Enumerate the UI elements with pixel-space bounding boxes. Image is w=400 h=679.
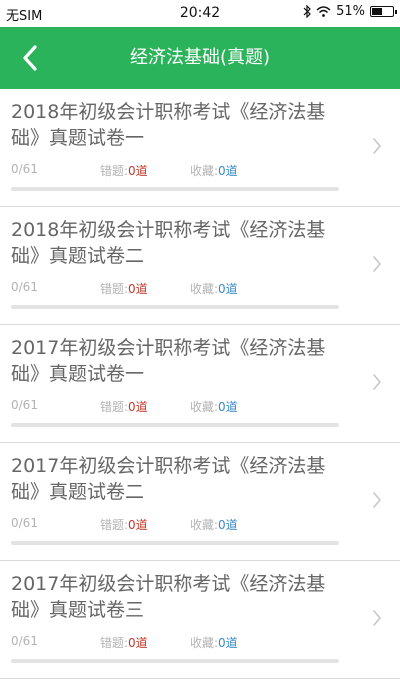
exam-title: 2017年初级会计职称考试《经济法基础》真题试卷一 xyxy=(11,337,326,385)
favorites-count: 0道 xyxy=(218,282,238,296)
status-bar: 无SIM 20:42 51% xyxy=(0,0,400,27)
battery-percent: 51% xyxy=(336,4,365,19)
exam-list-item[interactable]: 2018年初级会计职称考试《经济法基础》真题试卷一 0/61 错题:0道 收藏:… xyxy=(0,89,400,207)
exam-title: 2017年初级会计职称考试《经济法基础》真题试卷三 xyxy=(11,573,326,621)
wrong-count-label: 错题:0道 xyxy=(100,634,148,651)
exam-list-item[interactable]: 2018年初级会计职称考试《经济法基础》真题试卷二 0/61 错题:0道 收藏:… xyxy=(0,207,400,325)
progress-count: 0/61 xyxy=(11,634,38,648)
wrong-label-text: 错题: xyxy=(100,282,129,296)
exam-list: 2018年初级会计职称考试《经济法基础》真题试卷一 0/61 错题:0道 收藏:… xyxy=(0,89,400,679)
progress-count: 0/61 xyxy=(11,280,38,294)
wrong-count: 0道 xyxy=(128,400,148,414)
wrong-label-text: 错题: xyxy=(100,518,129,532)
battery-icon xyxy=(370,6,397,17)
battery-fill xyxy=(372,8,382,15)
progress-count: 0/61 xyxy=(11,398,38,412)
wrong-label-text: 错题: xyxy=(100,164,129,178)
favorites-label-text: 收藏: xyxy=(190,400,219,414)
wrong-count-label: 错题:0道 xyxy=(100,516,148,533)
favorites-count-label: 收藏:0道 xyxy=(190,634,238,651)
status-icons: 51% xyxy=(303,4,397,19)
wrong-count: 0道 xyxy=(128,282,148,296)
chevron-right-icon xyxy=(373,492,381,508)
exam-title: 2018年初级会计职称考试《经济法基础》真题试卷一 xyxy=(11,101,326,149)
app-header: 经济法基础(真题) xyxy=(0,27,400,89)
chevron-right-icon xyxy=(373,256,381,272)
progress-count: 0/61 xyxy=(11,162,38,176)
favorites-count: 0道 xyxy=(218,518,238,532)
chevron-left-icon xyxy=(23,45,37,71)
exam-title: 2018年初级会计职称考试《经济法基础》真题试卷二 xyxy=(11,219,326,267)
chevron-right-icon xyxy=(373,610,381,626)
favorites-count-label: 收藏:0道 xyxy=(190,162,238,179)
chevron-right-icon xyxy=(373,374,381,390)
progress-bar xyxy=(11,541,339,545)
page-title: 经济法基础(真题) xyxy=(129,47,271,68)
progress-bar xyxy=(11,659,339,663)
back-button[interactable] xyxy=(12,39,48,77)
wrong-count: 0道 xyxy=(128,636,148,650)
bluetooth-icon xyxy=(303,5,311,18)
chevron-right-icon xyxy=(373,138,381,154)
wrong-count-label: 错题:0道 xyxy=(100,398,148,415)
wrong-count-label: 错题:0道 xyxy=(100,280,148,297)
favorites-count: 0道 xyxy=(218,164,238,178)
wrong-label-text: 错题: xyxy=(100,400,129,414)
wifi-icon xyxy=(316,6,331,17)
favorites-label-text: 收藏: xyxy=(190,164,219,178)
progress-bar xyxy=(11,423,339,427)
favorites-count-label: 收藏:0道 xyxy=(190,280,238,297)
progress-bar xyxy=(11,305,339,309)
exam-list-item[interactable]: 2017年初级会计职称考试《经济法基础》真题试卷三 0/61 错题:0道 收藏:… xyxy=(0,561,400,679)
progress-bar xyxy=(11,187,339,191)
favorites-count: 0道 xyxy=(218,636,238,650)
favorites-count: 0道 xyxy=(218,400,238,414)
exam-list-item[interactable]: 2017年初级会计职称考试《经济法基础》真题试卷二 0/61 错题:0道 收藏:… xyxy=(0,443,400,561)
favorites-count-label: 收藏:0道 xyxy=(190,516,238,533)
favorites-label-text: 收藏: xyxy=(190,282,219,296)
wrong-label-text: 错题: xyxy=(100,636,129,650)
favorites-label-text: 收藏: xyxy=(190,636,219,650)
wrong-count: 0道 xyxy=(128,518,148,532)
wrong-count: 0道 xyxy=(128,164,148,178)
exam-list-item[interactable]: 2017年初级会计职称考试《经济法基础》真题试卷一 0/61 错题:0道 收藏:… xyxy=(0,325,400,443)
exam-title: 2017年初级会计职称考试《经济法基础》真题试卷二 xyxy=(11,455,326,503)
favorites-label-text: 收藏: xyxy=(190,518,219,532)
wrong-count-label: 错题:0道 xyxy=(100,162,148,179)
favorites-count-label: 收藏:0道 xyxy=(190,398,238,415)
progress-count: 0/61 xyxy=(11,516,38,530)
